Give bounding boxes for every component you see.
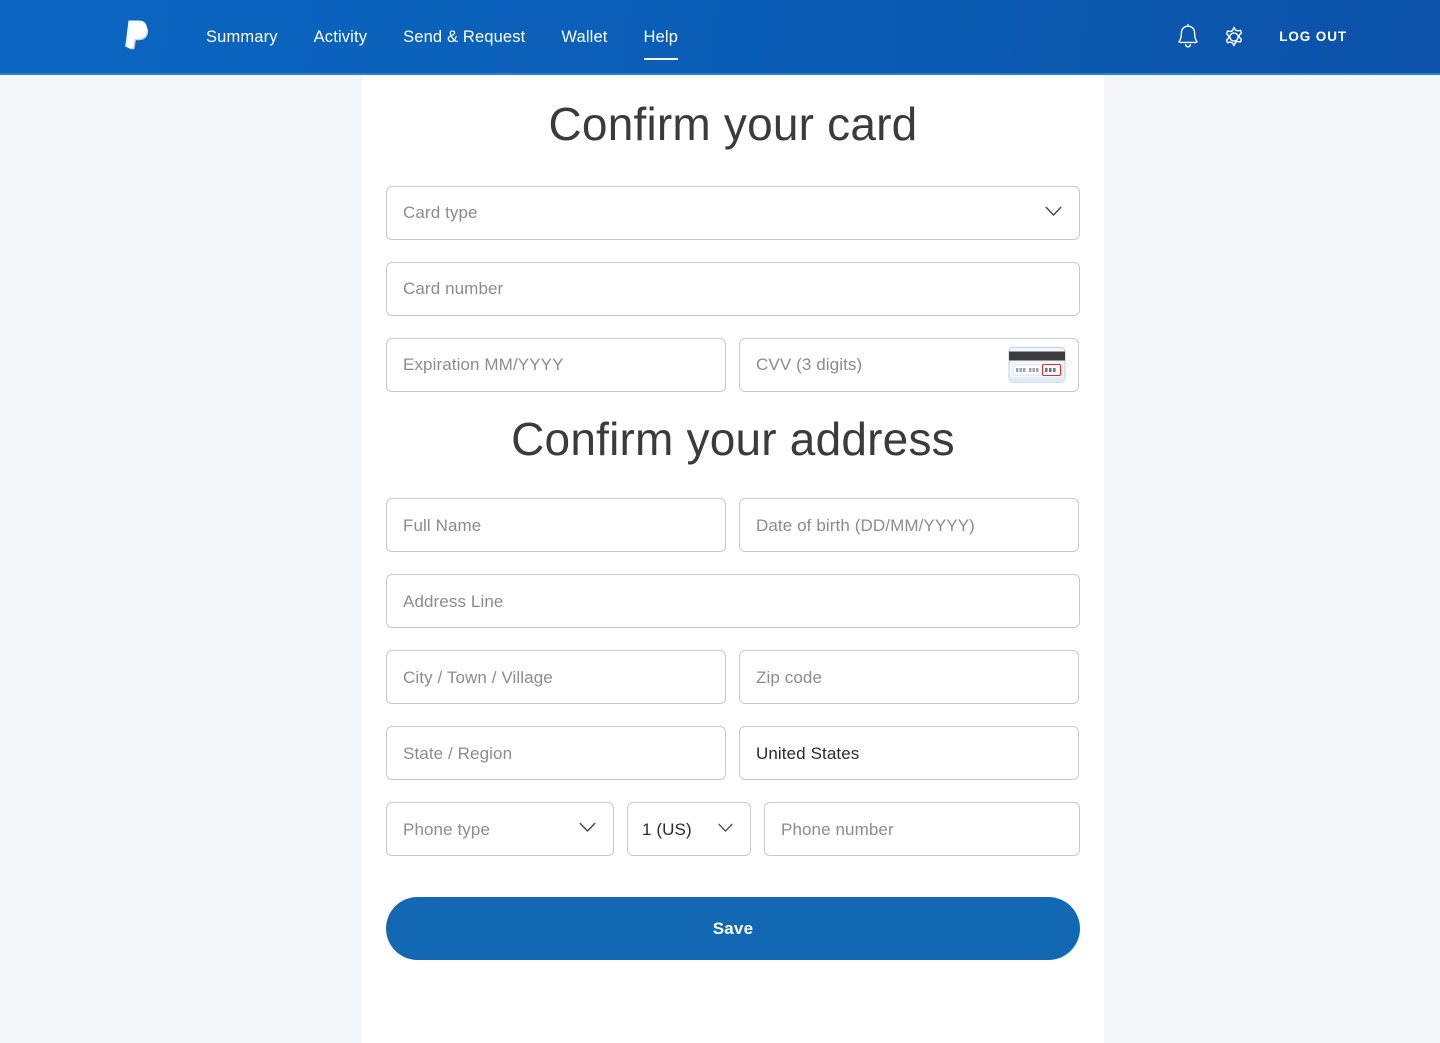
- address-line-row: Address Line: [386, 574, 1080, 629]
- paypal-logo-icon: [125, 20, 149, 49]
- name-dob-row: Full Name Date of birth (DD/MM/YYYY): [386, 498, 1080, 553]
- logout-button[interactable]: LOG OUT: [1279, 29, 1347, 44]
- paypal-logo[interactable]: [118, 14, 154, 60]
- phone-type-label: Phone type: [403, 819, 491, 839]
- main-nav: Summary Activity Send & Request Wallet H…: [206, 25, 697, 60]
- chevron-down-icon: [579, 820, 596, 838]
- notifications-button[interactable]: [1165, 14, 1211, 60]
- city-input[interactable]: City / Town / Village: [386, 650, 726, 705]
- save-row: Save: [386, 897, 1080, 961]
- card-type-label: Card type: [403, 203, 478, 223]
- expiration-label: Expiration MM/YYYY: [403, 355, 564, 375]
- card-type-select[interactable]: Card type: [386, 185, 1080, 240]
- nav-item-label: Help: [643, 27, 679, 46]
- dial-code-value: 1 (US): [642, 819, 692, 839]
- phone-type-select[interactable]: Phone type: [386, 802, 614, 857]
- card-number-row: Card number: [386, 261, 1080, 316]
- state-label: State / Region: [403, 743, 513, 763]
- confirm-card-form: Card type Card number Expiration MM/YYYY…: [386, 185, 1080, 392]
- card-number-label: Card number: [403, 279, 504, 299]
- header-actions: LOG OUT: [1165, 14, 1347, 60]
- country-field[interactable]: United States: [739, 726, 1079, 781]
- cvv-label: CVV (3 digits): [756, 355, 863, 375]
- save-button[interactable]: Save: [386, 897, 1080, 961]
- zip-code-label: Zip code: [756, 667, 823, 687]
- content-panel: Confirm your card Card type Card number: [362, 75, 1104, 1043]
- gear-icon: [1226, 26, 1243, 46]
- chevron-down-icon: [718, 820, 733, 838]
- address-line-input[interactable]: Address Line: [386, 574, 1080, 629]
- expiration-cvv-row: Expiration MM/YYYY CVV (3 digits): [386, 337, 1080, 392]
- nav-item-wallet[interactable]: Wallet: [543, 25, 625, 49]
- bell-icon: [1178, 23, 1198, 48]
- nav-item-label: Send & Request: [403, 27, 526, 46]
- date-of-birth-input[interactable]: Date of birth (DD/MM/YYYY): [739, 498, 1079, 553]
- page-title-confirm-card: Confirm your card: [548, 98, 918, 150]
- city-zip-row: City / Town / Village Zip code: [386, 650, 1080, 705]
- nav-item-send-and-request[interactable]: Send & Request: [385, 25, 543, 49]
- card-number-input[interactable]: Card number: [386, 261, 1080, 316]
- expiration-input[interactable]: Expiration MM/YYYY: [386, 337, 726, 392]
- city-label: City / Town / Village: [403, 667, 553, 687]
- confirm-address-form: Full Name Date of birth (DD/MM/YYYY) Add…: [386, 498, 1080, 961]
- state-country-row: State / Region United States: [386, 726, 1080, 781]
- nav-item-help[interactable]: Help: [626, 25, 697, 60]
- state-input[interactable]: State / Region: [386, 726, 726, 781]
- zip-code-input[interactable]: Zip code: [739, 650, 1079, 705]
- full-name-input[interactable]: Full Name: [386, 498, 726, 553]
- phone-number-label: Phone number: [781, 819, 894, 839]
- nav-item-activity[interactable]: Activity: [296, 25, 385, 49]
- country-value: United States: [756, 743, 860, 763]
- nav-item-summary[interactable]: Summary: [206, 25, 296, 49]
- settings-button[interactable]: [1211, 14, 1257, 60]
- nav-item-label: Activity: [313, 27, 368, 46]
- address-line-label: Address Line: [403, 591, 504, 611]
- page-body: Confirm your card Card type Card number: [0, 75, 1440, 1043]
- card-type-row: Card type: [386, 185, 1080, 240]
- phone-number-input[interactable]: Phone number: [764, 802, 1080, 857]
- full-name-label: Full Name: [403, 515, 482, 535]
- page-title-confirm-address: Confirm your address: [511, 412, 955, 465]
- top-navigation-bar: Summary Activity Send & Request Wallet H…: [0, 0, 1440, 75]
- phone-row: Phone type 1 (US) Phone number: [386, 802, 1080, 857]
- dial-code-select[interactable]: 1 (US): [627, 802, 751, 857]
- chevron-down-icon: [1045, 204, 1062, 222]
- cvv-input[interactable]: CVV (3 digits): [739, 337, 1079, 392]
- nav-item-label: Summary: [206, 27, 278, 46]
- nav-item-label: Wallet: [561, 27, 608, 46]
- card-back-cvv-icon: [1008, 346, 1066, 384]
- date-of-birth-label: Date of birth (DD/MM/YYYY): [756, 515, 975, 535]
